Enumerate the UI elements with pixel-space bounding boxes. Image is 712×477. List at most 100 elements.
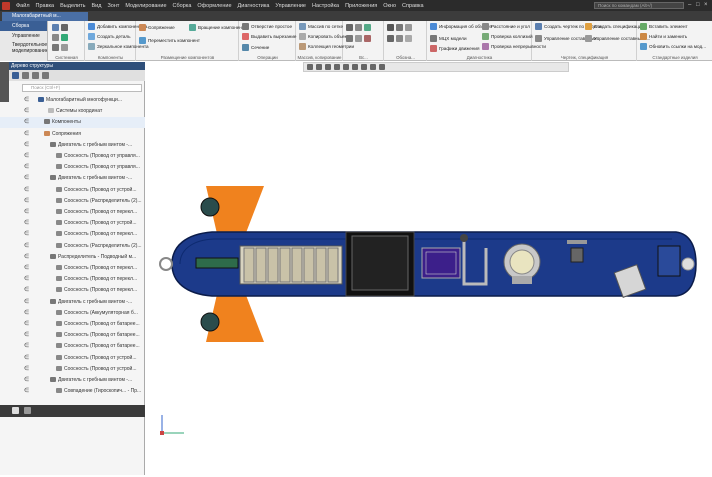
create-spec-button[interactable]: Создать спецификацию bbox=[585, 23, 645, 30]
combine-button[interactable]: Сопряжение bbox=[139, 24, 175, 31]
move-component-button[interactable]: Переместить компонент bbox=[139, 37, 200, 44]
curve-icon[interactable] bbox=[355, 35, 362, 42]
orientation-icon[interactable] bbox=[343, 64, 349, 70]
fit-icon[interactable] bbox=[334, 64, 340, 70]
sort-icon[interactable] bbox=[42, 72, 49, 79]
menu-manage[interactable]: Управление bbox=[272, 3, 309, 9]
menu-zont[interactable]: Зонт bbox=[104, 3, 122, 9]
minimize-icon[interactable]: – bbox=[688, 2, 694, 8]
rotate-component-button[interactable]: Вращение компонента bbox=[189, 24, 246, 31]
command-search-input[interactable]: Поиск по командам (Alt+/) bbox=[594, 2, 684, 9]
menu-apps[interactable]: Приложения bbox=[342, 3, 380, 9]
rotate-view-icon[interactable] bbox=[325, 64, 331, 70]
visibility-icon[interactable]: ∈ bbox=[24, 242, 33, 249]
tree-row[interactable]: ∈ Соосность (Провод от перекл... bbox=[0, 207, 145, 218]
properties-tab-icon[interactable] bbox=[24, 407, 31, 414]
create-part-button[interactable]: Создать деталь bbox=[88, 33, 131, 40]
menu-assembly[interactable]: Сборка bbox=[170, 3, 195, 9]
motion-graphs-button[interactable]: Графики движения bbox=[430, 45, 479, 52]
close-icon[interactable]: × bbox=[704, 2, 710, 8]
tree-row[interactable]: ∈ Соосность (Провод от перекл... bbox=[0, 229, 145, 240]
tree-row[interactable]: ∈ Двигатель с гребным винтом -... bbox=[0, 375, 145, 386]
visibility-icon[interactable]: ∈ bbox=[24, 342, 33, 349]
document-tab[interactable]: Малогабаритный м... bbox=[2, 12, 88, 21]
tolerance-icon[interactable] bbox=[396, 35, 403, 42]
dimension-icon[interactable] bbox=[387, 24, 394, 31]
tree-row[interactable]: ∈ Соосность (Провод от устрой... bbox=[0, 218, 145, 229]
new-icon[interactable] bbox=[52, 24, 59, 31]
tree-row[interactable]: ∈ Двигатель с гребным винтом -... bbox=[0, 297, 145, 308]
visibility-icon[interactable]: ∈ bbox=[24, 152, 33, 159]
tree-icon[interactable] bbox=[12, 72, 19, 79]
tree-row[interactable]: ∈ Двигатель с гребным винтом -... bbox=[0, 173, 145, 184]
3d-viewport[interactable] bbox=[146, 62, 712, 475]
tree-row[interactable]: ∈ Соосность (Провод от управля... bbox=[0, 162, 145, 173]
check-collisions-button[interactable]: Проверка коллизий bbox=[482, 33, 533, 40]
visibility-icon[interactable]: ∈ bbox=[24, 163, 33, 170]
filter-icon[interactable] bbox=[22, 72, 29, 79]
tree-row[interactable]: ∈ Распределитель - Подводный м... bbox=[0, 252, 145, 263]
tree-tab-icon[interactable] bbox=[12, 407, 19, 414]
tree-row[interactable]: ∈ Соосность (Распределитель (2)... bbox=[0, 196, 145, 207]
tree-row[interactable]: ∈ Двигатель с гребным винтом -... bbox=[0, 140, 145, 151]
tree-row[interactable]: ∈ Соосность (Провод от устрой... bbox=[0, 185, 145, 196]
visibility-icon[interactable]: ∈ bbox=[24, 331, 33, 338]
tree-row[interactable]: ∈ Соосность (Провод от перекл... bbox=[0, 285, 145, 296]
visibility-icon[interactable]: ∈ bbox=[24, 298, 33, 305]
tree-row[interactable]: ∈ Соосность (Провод от перекл... bbox=[0, 274, 145, 285]
visibility-icon[interactable]: ∈ bbox=[24, 130, 33, 137]
tree-row[interactable]: ∈ Соосность (Провод от управля... bbox=[0, 151, 145, 162]
insert-element-button[interactable]: Вставить элемент bbox=[640, 23, 688, 30]
visibility-icon[interactable]: ∈ bbox=[24, 354, 33, 361]
visibility-icon[interactable]: ∈ bbox=[24, 286, 33, 293]
visibility-icon[interactable]: ∈ bbox=[24, 208, 33, 215]
tree-row[interactable]: ∈ Компоненты bbox=[0, 117, 145, 129]
update-links-button[interactable]: Обновить ссылки на мод... bbox=[640, 43, 706, 50]
visibility-icon[interactable]: ∈ bbox=[24, 264, 33, 271]
section-button[interactable]: Сечение bbox=[242, 44, 269, 51]
array-grid-button[interactable]: Массив по сетке bbox=[299, 23, 343, 30]
tree-row[interactable]: ∈ Соосность (Провод от батарее... bbox=[0, 319, 145, 330]
mode-manage[interactable]: Управление bbox=[0, 31, 47, 41]
visibility-icon[interactable]: ∈ bbox=[24, 253, 33, 260]
surface-icon[interactable] bbox=[364, 35, 371, 42]
mode-assembly[interactable]: Сборка bbox=[0, 21, 47, 31]
zoom-icon[interactable] bbox=[307, 64, 313, 70]
visibility-icon[interactable]: ∈ bbox=[24, 320, 33, 327]
visibility-icon[interactable]: ∈ bbox=[24, 365, 33, 372]
save-icon[interactable] bbox=[61, 24, 68, 31]
visibility-icon[interactable]: ∈ bbox=[24, 96, 33, 103]
hole-button[interactable]: Отверстие простое bbox=[242, 23, 292, 30]
visibility-icon[interactable]: ∈ bbox=[24, 118, 33, 125]
menu-file[interactable]: Файл bbox=[13, 3, 33, 9]
visibility-icon[interactable]: ∈ bbox=[24, 141, 33, 148]
tree-row[interactable]: ∈ Соосность (Провод от устрой... bbox=[0, 353, 145, 364]
mode-solid-modeling[interactable]: Твердотельное моделирование bbox=[0, 41, 47, 55]
tree-row[interactable]: ∈ Сопряжения bbox=[0, 129, 145, 140]
params-icon[interactable] bbox=[61, 44, 68, 51]
menu-modeling[interactable]: Моделирование bbox=[122, 3, 169, 9]
tree-row[interactable]: ∈ Соосность (Провод от батарее... bbox=[0, 330, 145, 341]
tree-search-input[interactable]: Поиск (Ctrl+F) bbox=[22, 84, 142, 92]
tree-row[interactable]: ∈ Соосность (Аккумуляторная б... bbox=[0, 308, 145, 319]
axis-icon[interactable] bbox=[346, 35, 353, 42]
point-icon[interactable] bbox=[355, 24, 362, 31]
base-icon[interactable] bbox=[387, 35, 394, 42]
list-icon[interactable] bbox=[32, 72, 39, 79]
open-icon[interactable] bbox=[52, 34, 59, 41]
section-view-icon[interactable] bbox=[361, 64, 367, 70]
menu-help[interactable]: Справка bbox=[399, 3, 427, 9]
roughness-icon[interactable] bbox=[396, 24, 403, 31]
pan-icon[interactable] bbox=[316, 64, 322, 70]
text-icon[interactable] bbox=[405, 35, 412, 42]
properties-icon[interactable] bbox=[52, 44, 59, 51]
menu-view[interactable]: Вид bbox=[89, 3, 105, 9]
tree-row[interactable]: ∈ Соосность (Провод от перекл... bbox=[0, 263, 145, 274]
visibility-icon[interactable]: ∈ bbox=[24, 219, 33, 226]
tree-row[interactable]: ∈ Малогабаритный многофункци... bbox=[0, 95, 145, 106]
extrude-cut-button[interactable]: Выдавить вырезание bbox=[242, 33, 296, 40]
settings-view-icon[interactable] bbox=[379, 64, 385, 70]
menu-settings[interactable]: Настройка bbox=[309, 3, 342, 9]
mcx-button[interactable]: МЦХ модели bbox=[430, 35, 467, 42]
display-style-icon[interactable] bbox=[352, 64, 358, 70]
